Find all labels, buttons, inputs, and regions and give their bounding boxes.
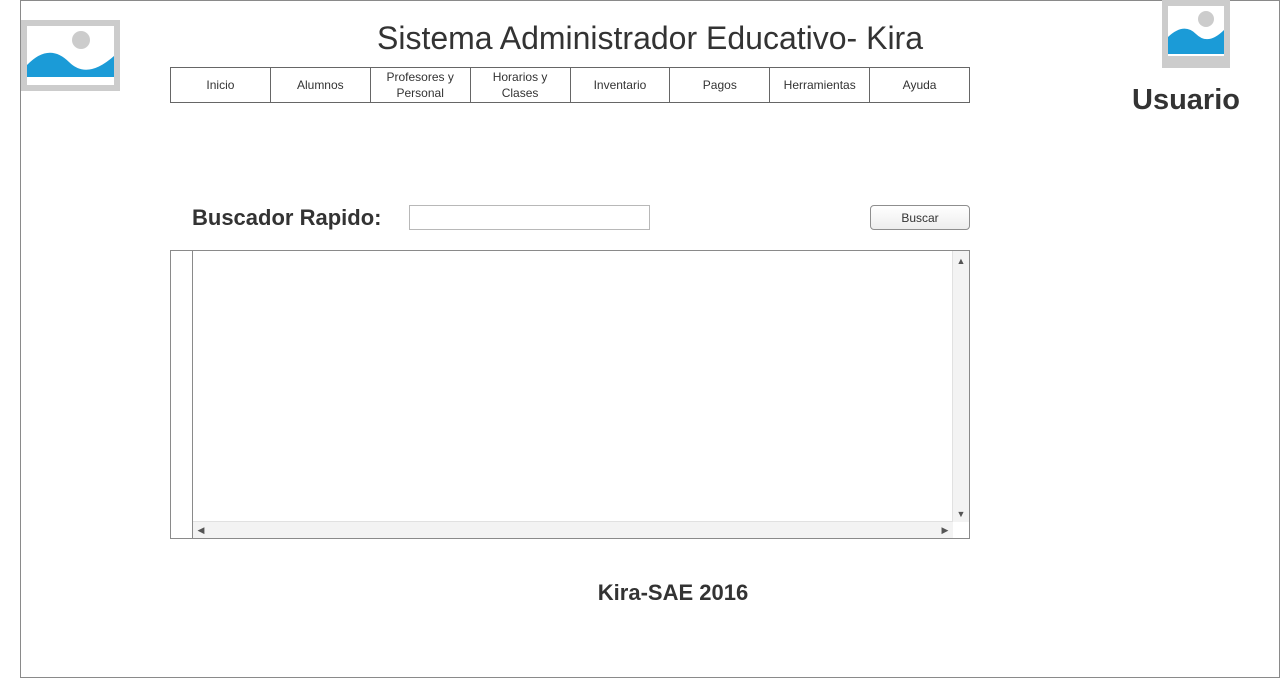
user-avatar-icon[interactable] bbox=[1162, 0, 1230, 68]
menu-item-ayuda[interactable]: Ayuda bbox=[870, 68, 969, 102]
menu-item-horarios-clases[interactable]: Horarios y Clases bbox=[471, 68, 571, 102]
main-menu-bar: Inicio Alumnos Profesores y Personal Hor… bbox=[170, 67, 970, 103]
footer-text: Kira-SAE 2016 bbox=[597, 580, 749, 605]
horizontal-scrollbar[interactable]: ◀ ▶ bbox=[193, 521, 953, 538]
user-label[interactable]: Usuario bbox=[1110, 84, 1262, 117]
menu-item-pagos[interactable]: Pagos bbox=[670, 68, 771, 102]
quick-search-input[interactable] bbox=[409, 205, 650, 230]
quick-search-label: Buscador Rapido: bbox=[192, 205, 382, 230]
app-title: Sistema Administrador Educativo- Kira bbox=[377, 20, 923, 56]
logo-image-icon bbox=[21, 20, 120, 91]
menu-item-herramientas[interactable]: Herramientas bbox=[770, 68, 871, 102]
results-grid[interactable]: ▲ ▼ ◀ ▶ bbox=[170, 250, 970, 539]
menu-item-profesores-personal[interactable]: Profesores y Personal bbox=[371, 68, 471, 102]
menu-item-inventario[interactable]: Inventario bbox=[571, 68, 671, 102]
scroll-up-icon[interactable]: ▲ bbox=[953, 253, 969, 269]
menu-item-alumnos[interactable]: Alumnos bbox=[271, 68, 371, 102]
menu-item-inicio[interactable]: Inicio bbox=[171, 68, 271, 102]
scrollbar-corner bbox=[953, 522, 969, 538]
scroll-down-icon[interactable]: ▼ bbox=[953, 506, 969, 522]
row-header-column bbox=[171, 251, 193, 538]
vertical-scrollbar[interactable]: ▲ ▼ bbox=[952, 251, 969, 522]
scroll-right-icon[interactable]: ▶ bbox=[937, 522, 953, 538]
search-button[interactable]: Buscar bbox=[870, 205, 970, 230]
scroll-left-icon[interactable]: ◀ bbox=[193, 522, 209, 538]
